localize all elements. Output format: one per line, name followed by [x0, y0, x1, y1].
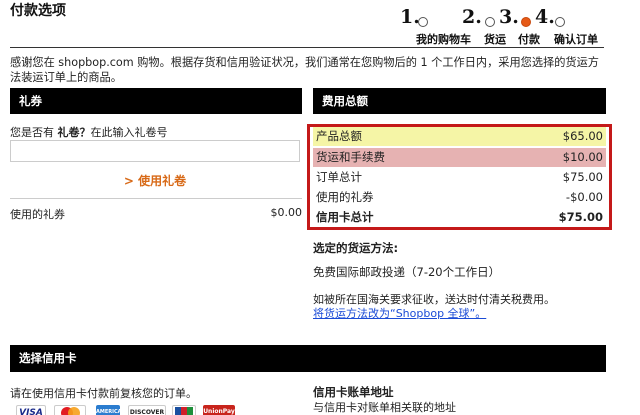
used-coupon-row: 使用的礼券 $0.00	[10, 206, 302, 222]
use-coupon-button[interactable]: > 使用礼卷	[0, 172, 310, 189]
product-total-label: 产品总额	[316, 129, 362, 143]
coupon-section-header: 礼券	[10, 88, 302, 114]
step-1-indicator-icon	[418, 17, 428, 27]
coupon-question-prefix: 您是否有	[10, 126, 58, 139]
step-1-number: 1.	[400, 6, 420, 28]
jcb-card-icon[interactable]	[172, 405, 196, 415]
intro-text: 感谢您在 shopbop.com 购物。根据存货和信用验证状况，我们通常在您购物…	[10, 56, 599, 84]
step-3-indicator-icon	[521, 17, 531, 27]
step-2-indicator-icon	[485, 17, 495, 27]
unionpay-card-icon[interactable]: UnionPay	[203, 405, 235, 415]
product-total-value: $65.00	[562, 129, 603, 143]
step-1-label: 我的购物车	[416, 33, 471, 46]
checkout-progress-steps: 1. 我的购物车 2. 货运 3. 付款 4. 确认订单	[400, 6, 632, 46]
page-title: 付款选项	[10, 3, 66, 19]
totals-row-product: 产品总额 $65.00	[313, 127, 606, 146]
amex-card-icon[interactable]: AMERICAN EXPRESS	[96, 405, 120, 415]
credit-card-total-value: $75.00	[558, 210, 603, 224]
step-4-number: 4.	[535, 6, 555, 28]
coupon-used-value: -$0.00	[565, 190, 603, 204]
coupon-question: 您是否有 礼卷？在此输入礼卷号	[10, 124, 168, 140]
step-4-label: 确认订单	[554, 33, 598, 46]
change-shipping-link[interactable]: 将货运方法改为“Shopbop 全球”。	[313, 305, 486, 321]
credit-card-total-label: 信用卡总计	[316, 210, 374, 224]
coupon-question-bold: 礼卷？	[57, 126, 91, 139]
coupon-code-input[interactable]	[10, 140, 300, 162]
step-4-indicator-icon	[555, 17, 565, 27]
shipping-fee-label: 货运和手续费	[316, 150, 385, 164]
shipping-fee-value: $10.00	[562, 150, 603, 164]
step-3-number: 3.	[499, 6, 519, 28]
totals-highlight-box: 产品总额 $65.00 货运和手续费 $10.00 订单总计 $75.00 使用…	[307, 124, 612, 230]
step-2-label: 货运	[484, 33, 506, 46]
credit-card-section-header: 选择信用卡	[10, 345, 606, 372]
selected-shipping-title: 选定的货运方法:	[313, 241, 399, 255]
billing-address-title: 信用卡账单地址	[313, 385, 394, 399]
discover-card-icon[interactable]: DISCOVER	[128, 405, 166, 415]
header-divider	[10, 47, 604, 48]
used-coupon-label: 使用的礼券	[10, 208, 65, 221]
billing-address-subtitle: 与信用卡对账单相关联的地址	[313, 401, 456, 414]
totals-row-shipping: 货运和手续费 $10.00	[313, 148, 606, 167]
totals-row-order: 订单总计 $75.00	[313, 168, 606, 187]
credit-card-instruction: 请在使用信用卡付款前复核您的订单。	[10, 387, 197, 400]
step-3-label: 付款	[518, 33, 540, 46]
totals-row-credit-card: 信用卡总计 $75.00	[313, 208, 606, 227]
mastercard-icon[interactable]	[54, 405, 86, 415]
totals-section-header: 费用总额	[313, 88, 606, 114]
order-total-label: 订单总计	[316, 170, 362, 184]
coupon-used-label: 使用的礼券	[316, 190, 374, 204]
used-coupon-amount: $0.00	[270, 206, 303, 219]
order-total-value: $75.00	[562, 170, 603, 184]
selected-shipping-method: 免费国际邮政投递（7-20个工作日）	[313, 265, 501, 279]
coupon-question-suffix: 在此输入礼卷号	[90, 126, 168, 139]
coupon-divider	[10, 198, 302, 199]
step-2-number: 2.	[462, 6, 482, 28]
visa-card-icon[interactable]: VISA	[16, 405, 46, 415]
totals-row-coupon: 使用的礼券 -$0.00	[313, 188, 606, 207]
